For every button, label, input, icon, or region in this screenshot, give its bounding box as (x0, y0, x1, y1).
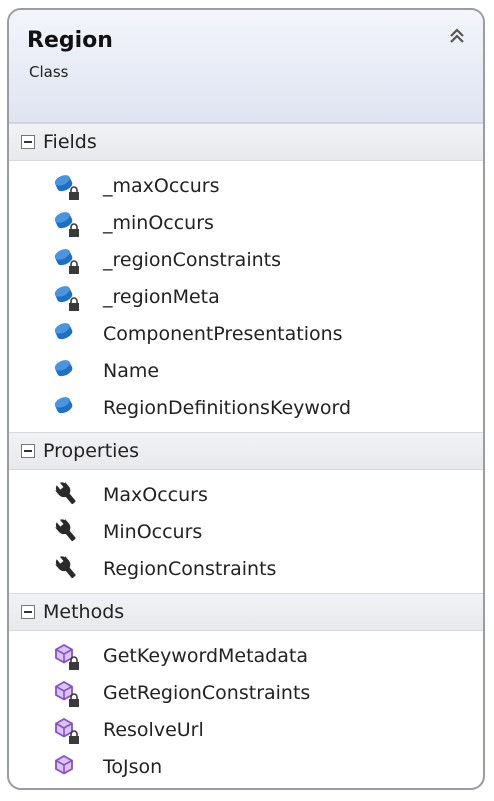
properties-member-row[interactable]: MinOccurs (9, 513, 483, 550)
collapse-chevron-icon[interactable] (445, 24, 469, 48)
property-wrench-icon (53, 481, 81, 509)
private-field-icon (53, 209, 81, 237)
private-field-icon (53, 246, 81, 274)
properties-member-row[interactable]: RegionConstraints (9, 550, 483, 587)
fields-member-row[interactable]: _maxOccurs (9, 167, 483, 204)
fields-member-row[interactable]: _minOccurs (9, 204, 483, 241)
fields-member-row[interactable]: Name (9, 352, 483, 389)
property-wrench-icon (53, 518, 81, 546)
fields-member-row[interactable]: ComponentPresentations (9, 315, 483, 352)
fields-section-header[interactable]: Fields (9, 123, 483, 161)
methods-member-label: GetKeywordMetadata (103, 644, 308, 667)
private-method-icon (53, 642, 81, 670)
public-field-icon (53, 394, 81, 422)
fields-member-row[interactable]: _regionMeta (9, 278, 483, 315)
public-field-icon (53, 320, 81, 348)
class-kind: Class (29, 63, 69, 81)
fields-member-row[interactable]: _regionConstraints (9, 241, 483, 278)
private-method-icon (53, 679, 81, 707)
fields-member-label: Name (103, 359, 160, 382)
private-field-icon (53, 172, 81, 200)
methods-member-row[interactable]: GetRegionConstraints (9, 674, 483, 711)
class-name: Region (27, 28, 113, 53)
properties-member-label: MaxOccurs (103, 483, 208, 506)
methods-member-row[interactable]: ResolveUrl (9, 711, 483, 748)
properties-collapse-toggle-icon[interactable] (21, 444, 35, 458)
private-method-icon (53, 716, 81, 744)
properties-member-label: MinOccurs (103, 520, 203, 543)
fields-section: Fields _maxOccurs _minOccurs _regionConstr… (9, 123, 483, 432)
methods-section-header[interactable]: Methods (9, 593, 483, 631)
fields-member-label: _minOccurs (103, 211, 214, 234)
private-field-icon (53, 283, 81, 311)
properties-member-label: RegionConstraints (103, 557, 277, 580)
fields-collapse-toggle-icon[interactable] (21, 135, 35, 149)
class-diagram-card: Region Class Fields _maxOccurs _minOccurs… (7, 8, 485, 790)
class-header: Region Class (9, 10, 483, 123)
methods-member-label: ResolveUrl (103, 718, 204, 741)
fields-list: _maxOccurs _minOccurs _regionConstraints _r… (9, 161, 483, 432)
fields-member-row[interactable]: RegionDefinitionsKeyword (9, 389, 483, 426)
properties-section-label: Properties (43, 440, 140, 462)
properties-section: Properties MaxOccurs MinOccurs RegionConst… (9, 432, 483, 593)
methods-member-row[interactable]: ToJson (9, 748, 483, 785)
methods-list: GetKeywordMetadata GetRegionConstraints Re… (9, 631, 483, 788)
public-method-icon (53, 753, 81, 781)
fields-member-label: _regionMeta (103, 285, 220, 308)
methods-member-label: GetRegionConstraints (103, 681, 311, 704)
fields-member-label: RegionDefinitionsKeyword (103, 396, 352, 419)
property-wrench-icon (53, 555, 81, 583)
properties-list: MaxOccurs MinOccurs RegionConstraints (9, 470, 483, 593)
methods-section-label: Methods (43, 601, 125, 623)
properties-member-row[interactable]: MaxOccurs (9, 476, 483, 513)
methods-collapse-toggle-icon[interactable] (21, 605, 35, 619)
fields-member-label: ComponentPresentations (103, 322, 343, 345)
methods-section: Methods GetKeywordMetadata GetRegionConst… (9, 593, 483, 788)
fields-member-label: _maxOccurs (103, 174, 220, 197)
public-field-icon (53, 357, 81, 385)
properties-section-header[interactable]: Properties (9, 432, 483, 470)
methods-member-label: ToJson (103, 755, 163, 778)
fields-member-label: _regionConstraints (103, 248, 281, 271)
methods-member-row[interactable]: GetKeywordMetadata (9, 637, 483, 674)
fields-section-label: Fields (43, 131, 97, 153)
